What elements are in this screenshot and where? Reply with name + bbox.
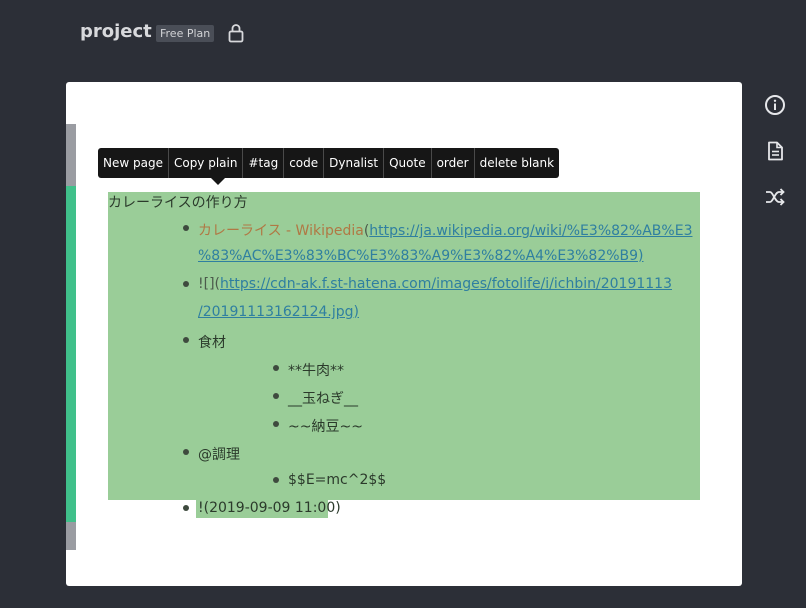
copy-plain-button[interactable]: Copy plain — [167, 148, 243, 178]
plan-badge[interactable]: Free Plan — [156, 25, 215, 42]
quote-button[interactable]: Quote — [383, 148, 430, 178]
info-icon[interactable] — [764, 94, 786, 116]
bullet-icon[interactable] — [183, 337, 189, 343]
bullet-icon[interactable] — [273, 365, 279, 371]
list-item-image[interactable]: ![](https://cdn-ak.f.st-hatena.com/image… — [198, 276, 672, 292]
image-url-cont[interactable]: /20191113162124.jpg) — [198, 304, 359, 320]
wiki-url-cont[interactable]: %83%AC%E3%83%BC%E3%83%A9%E3%82%A4%E3%82%… — [198, 248, 644, 264]
dynalist-button[interactable]: Dynalist — [323, 148, 383, 178]
document-icon[interactable] — [764, 140, 786, 162]
bullet-icon[interactable] — [273, 393, 279, 399]
bullet-icon[interactable] — [183, 225, 189, 231]
shuffle-icon[interactable] — [764, 186, 786, 208]
wiki-url[interactable]: https://ja.wikipedia.org/wiki/%E3%82%AB%… — [369, 223, 692, 239]
bullet-icon[interactable] — [183, 505, 189, 511]
list-item-onion[interactable]: __玉ねぎ__ — [288, 388, 358, 408]
root-item[interactable]: カレーライスの作り方 — [108, 192, 248, 212]
list-item-cooking[interactable]: @調理 — [198, 444, 240, 464]
header: project Free Plan — [0, 0, 806, 66]
list-item-image-cont[interactable]: /20191113162124.jpg) — [198, 304, 359, 320]
image-url[interactable]: https://cdn-ak.f.st-hatena.com/images/fo… — [220, 276, 672, 292]
list-item-wiki[interactable]: カレーライス - Wikipedia(https://ja.wikipedia.… — [198, 220, 692, 240]
bullet-icon[interactable] — [273, 421, 279, 427]
wiki-link-text[interactable]: カレーライス - Wikipedia — [198, 223, 364, 239]
code-button[interactable]: code — [283, 148, 323, 178]
selection-gutter — [66, 186, 76, 522]
list-item-beef[interactable]: **牛肉** — [288, 360, 344, 380]
list-item-wiki-cont[interactable]: %83%AC%E3%83%BC%E3%83%A9%E3%82%A4%E3%82%… — [198, 248, 644, 264]
delete-blank-button[interactable]: delete blank — [473, 148, 559, 178]
bullet-icon[interactable] — [183, 449, 189, 455]
toolbar-pointer — [211, 178, 225, 185]
project-title[interactable]: project — [80, 21, 152, 42]
list-item-natto[interactable]: ~~納豆~~ — [288, 416, 363, 436]
bullet-icon[interactable] — [183, 281, 189, 287]
list-item-formula[interactable]: $$E=mc^2$$ — [288, 472, 386, 488]
list-item-ingredients[interactable]: 食材 — [198, 332, 226, 352]
new-page-button[interactable]: New page — [98, 148, 168, 178]
list-item-date[interactable]: !(2019-09-09 11:00) — [198, 500, 341, 516]
lock-icon[interactable] — [228, 23, 244, 43]
order-button[interactable]: order — [430, 148, 474, 178]
tag-button[interactable]: #tag — [242, 148, 283, 178]
bullet-icon[interactable] — [273, 477, 279, 483]
selection-toolbar: New page Copy plain #tag code Dynalist Q… — [98, 148, 560, 178]
